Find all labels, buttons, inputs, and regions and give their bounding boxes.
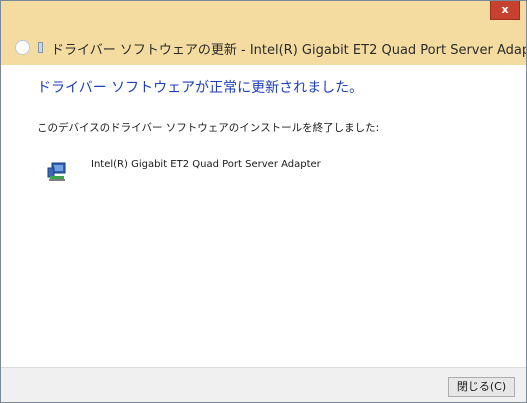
install-complete-text: このデバイスのドライバー ソフトウェアのインストールを終了しました:	[37, 122, 380, 134]
network-adapter-icon	[47, 162, 66, 181]
close-button[interactable]: 閉じる(C)	[448, 377, 515, 397]
content-area: ドライバー ソフトウェアが正常に更新されました。 このデバイスのドライバー ソフ…	[1, 65, 526, 367]
window-close-button[interactable]: x	[490, 1, 520, 20]
dialog-title: ドライバー ソフトウェアの更新 - Intel(R) Gigabit ET2 Q…	[51, 43, 527, 58]
device-small-icon	[38, 42, 43, 53]
back-button[interactable]	[15, 40, 30, 55]
nav-header: ドライバー ソフトウェアの更新 - Intel(R) Gigabit ET2 Q…	[1, 31, 526, 65]
title-bar[interactable]: x	[1, 1, 526, 31]
device-name: Intel(R) Gigabit ET2 Quad Port Server Ad…	[91, 159, 321, 170]
driver-update-dialog: x ドライバー ソフトウェアの更新 - Intel(R) Gigabit ET2…	[0, 0, 527, 403]
success-heading: ドライバー ソフトウェアが正常に更新されました。	[37, 80, 364, 96]
button-bar: 閉じる(C)	[1, 367, 526, 402]
